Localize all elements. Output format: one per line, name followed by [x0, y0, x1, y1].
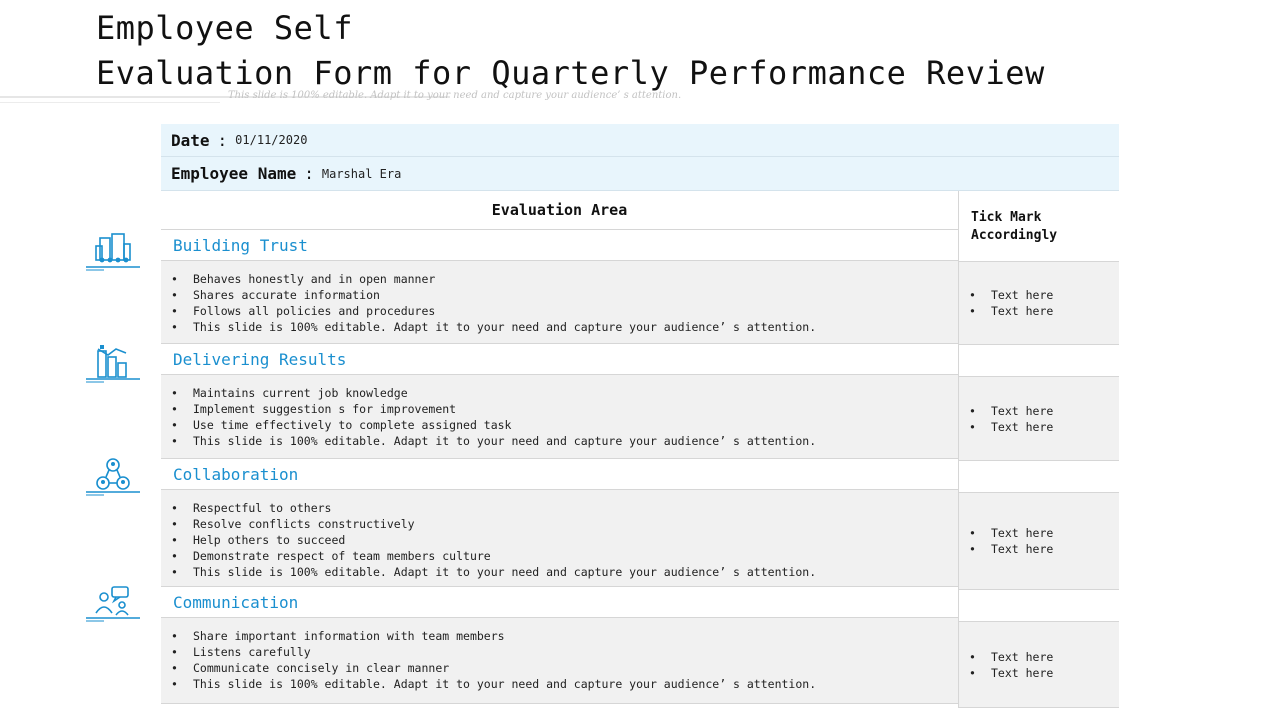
- tick-item[interactable]: Text here: [969, 287, 1119, 303]
- section-title-building-trust: Building Trust: [161, 230, 958, 261]
- list-item: Respectful to others: [171, 500, 958, 516]
- list-item: Follows all policies and procedures: [171, 303, 958, 319]
- evaluation-form: Date : 01/11/2020 Employee Name : Marsha…: [161, 124, 1119, 708]
- communication-icon: [86, 586, 140, 622]
- employee-name-colon: :: [304, 164, 314, 183]
- city-chart-icon: [86, 345, 140, 383]
- page-title: Employee Self Evaluation Form for Quarte…: [96, 6, 1045, 96]
- team-network-icon: [86, 458, 140, 496]
- tick-header-line-2: Accordingly: [971, 228, 1058, 243]
- list-item: Implement suggestion s for improvement: [171, 401, 958, 417]
- evaluation-table: Evaluation Area Building Trust Behaves h…: [161, 191, 1119, 708]
- employee-name-row: Employee Name : Marshal Era: [161, 157, 1119, 191]
- tick-mark-column: Tick Mark Accordingly Text here Text her…: [959, 191, 1119, 708]
- list-item: Share important information with team me…: [171, 628, 958, 644]
- list-item: Communicate concisely in clear manner: [171, 660, 958, 676]
- tick-spacer: [959, 461, 1119, 493]
- tick-item[interactable]: Text here: [969, 649, 1119, 665]
- date-label: Date: [171, 130, 210, 150]
- tick-cell-communication[interactable]: Text here Text here: [959, 622, 1119, 708]
- section-items-building-trust: Behaves honestly and in open manner Shar…: [161, 261, 958, 344]
- list-item: Listens carefully: [171, 644, 958, 660]
- title-line-1: Employee Self: [96, 9, 353, 47]
- section-title-delivering-results: Delivering Results: [161, 344, 958, 375]
- tick-spacer: [959, 345, 1119, 377]
- tick-mark-header: Tick Mark Accordingly: [959, 191, 1119, 262]
- building-icon: [86, 233, 140, 271]
- evaluation-area-column: Evaluation Area Building Trust Behaves h…: [161, 191, 959, 708]
- tick-item[interactable]: Text here: [969, 303, 1119, 319]
- list-item: This slide is 100% editable. Adapt it to…: [171, 319, 958, 335]
- date-row: Date : 01/11/2020: [161, 124, 1119, 157]
- title-line-2: Evaluation Form for Quarterly Performanc…: [96, 54, 1045, 92]
- list-item: Behaves honestly and in open manner: [171, 271, 958, 287]
- tick-cell-collaboration[interactable]: Text here Text here: [959, 493, 1119, 590]
- list-item: This slide is 100% editable. Adapt it to…: [171, 433, 958, 449]
- section-items-collaboration: Respectful to others Resolve conflicts c…: [161, 490, 958, 587]
- tick-item[interactable]: Text here: [969, 403, 1119, 419]
- evaluation-area-header: Evaluation Area: [161, 191, 958, 230]
- date-colon: :: [217, 130, 228, 150]
- list-item: Maintains current job knowledge: [171, 385, 958, 401]
- list-item: This slide is 100% editable. Adapt it to…: [171, 564, 958, 580]
- list-item: Resolve conflicts constructively: [171, 516, 958, 532]
- tick-item[interactable]: Text here: [969, 541, 1119, 557]
- tick-cell-delivering-results[interactable]: Text here Text here: [959, 377, 1119, 461]
- list-item: Help others to succeed: [171, 532, 958, 548]
- tick-header-line-1: Tick Mark: [971, 210, 1042, 225]
- tick-cell-building-trust[interactable]: Text here Text here: [959, 262, 1119, 345]
- tick-spacer: [959, 590, 1119, 622]
- date-value[interactable]: 01/11/2020: [235, 133, 307, 147]
- employee-name-value[interactable]: Marshal Era: [322, 167, 401, 181]
- section-title-communication: Communication: [161, 587, 958, 618]
- tick-item[interactable]: Text here: [969, 525, 1119, 541]
- list-item: Demonstrate respect of team members cult…: [171, 548, 958, 564]
- list-item: Shares accurate information: [171, 287, 958, 303]
- section-title-collaboration: Collaboration: [161, 459, 958, 490]
- tick-item[interactable]: Text here: [969, 665, 1119, 681]
- subtitle: This slide is 100% editable. Adapt it to…: [228, 90, 682, 101]
- tick-item[interactable]: Text here: [969, 419, 1119, 435]
- list-item: Use time effectively to complete assigne…: [171, 417, 958, 433]
- employee-name-label: Employee Name: [171, 164, 297, 183]
- decorative-line-2: [0, 102, 220, 103]
- section-items-delivering-results: Maintains current job knowledge Implemen…: [161, 375, 958, 459]
- list-item: This slide is 100% editable. Adapt it to…: [171, 676, 958, 692]
- section-items-communication: Share important information with team me…: [161, 618, 958, 704]
